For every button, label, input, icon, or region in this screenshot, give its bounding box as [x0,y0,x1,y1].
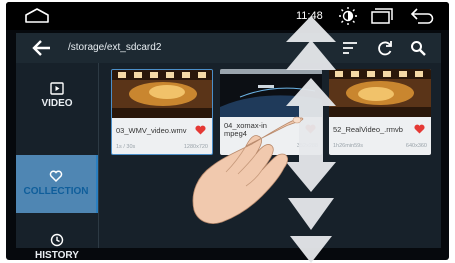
sidebar: VIDEO COLLECTION HISTORY [16,63,99,260]
clock-icon [50,233,64,247]
video-thumbnail [220,69,322,117]
video-card[interactable]: 04_xomax-in mpeg4 352x288 [220,69,322,155]
refresh-icon[interactable] [376,39,394,57]
favorite-heart-icon[interactable] [195,125,206,135]
video-progress: 1s / 30s [116,144,136,150]
home-icon[interactable] [24,8,50,24]
folder-path: /storage/ext_sdcard2 [68,42,162,53]
brightness-icon[interactable] [338,6,358,26]
video-thumbnail [112,70,212,118]
back-icon[interactable] [410,7,434,25]
sidebar-divider [98,63,99,248]
sort-icon[interactable] [342,41,358,55]
device-screen: 11:48 /storage/ext_sdcard2 VIDEO COLLECT… [6,2,449,260]
status-bar: 11:48 [6,2,449,30]
sidebar-item-collection[interactable]: COLLECTION [16,155,98,213]
video-name: 03_WMV_video.wmv [116,126,187,135]
video-name: 04_xomax-in mpeg4 [224,121,267,138]
search-icon[interactable] [410,40,426,56]
recent-apps-icon[interactable] [371,8,393,24]
video-resolution: 1280x720 [183,144,208,150]
favorite-heart-icon[interactable] [305,124,316,134]
heart-outline-icon [49,170,63,183]
video-thumbnail [329,69,431,117]
video-progress: 1h26min59s [333,143,363,149]
sidebar-item-label: HISTORY [35,250,79,260]
video-resolution: 352x288 [296,143,318,149]
video-card[interactable]: 03_WMV_video.wmv 1s / 30s 1280x720 [111,69,213,155]
play-folder-icon [50,82,64,95]
back-arrow-icon[interactable] [32,40,52,56]
sidebar-item-history[interactable]: HISTORY [16,223,98,260]
favorite-heart-icon[interactable] [414,124,425,134]
toolbar: /storage/ext_sdcard2 [16,33,441,63]
video-player-app: /storage/ext_sdcard2 VIDEO COLLECTION HI… [16,33,441,260]
sidebar-item-video[interactable]: VIDEO [16,73,98,125]
video-resolution: 640x360 [405,143,427,149]
video-card[interactable]: 52_RealVideo_.rmvb 1h26min59s 640x360 [329,69,431,155]
clock-time: 11:48 [296,10,323,22]
sidebar-item-label: VIDEO [41,98,73,109]
video-name: 52_RealVideo_.rmvb [333,125,403,134]
sidebar-item-label: COLLECTION [23,186,89,197]
